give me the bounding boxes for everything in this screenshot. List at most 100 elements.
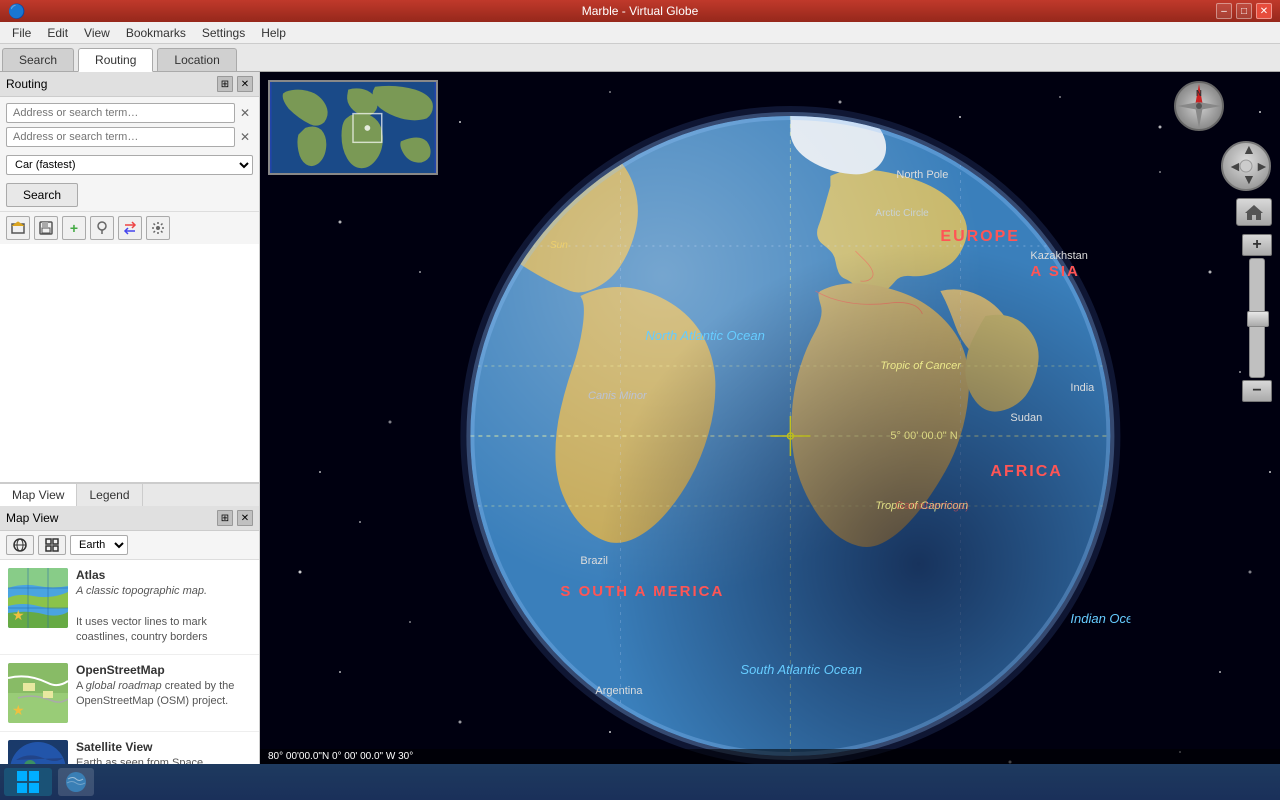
menu-help[interactable]: Help — [253, 24, 294, 42]
open-route-button[interactable] — [6, 216, 30, 240]
map-view-close-button[interactable]: ✕ — [237, 510, 253, 526]
osm-star: ★ — [12, 702, 25, 719]
map-area[interactable]: EUROPE A SIA Kazakhstan India Sudan AFRI… — [260, 72, 1280, 800]
tab-location[interactable]: Location — [157, 48, 236, 71]
clear-input-2-button[interactable]: ✕ — [237, 129, 253, 145]
globe-planet-select[interactable]: Earth Moon Mars — [70, 535, 128, 555]
map-view-toolbar: Earth Moon Mars — [0, 531, 259, 560]
minimize-button[interactable]: – — [1216, 3, 1232, 19]
window-controls: – □ ✕ — [1216, 3, 1272, 19]
zoom-controls: + − — [1242, 234, 1272, 402]
home-button[interactable] — [1236, 198, 1272, 226]
app-title: Marble - Virtual Globe — [582, 4, 699, 18]
osm-desc: A global roadmap created by the OpenStre… — [76, 679, 251, 710]
map-view-controls: ⊞ ✕ — [217, 510, 253, 526]
zoom-out-button[interactable]: − — [1242, 380, 1272, 402]
map-view-panel: Map View ⊞ ✕ — [0, 506, 259, 800]
constellation-sun: Sun — [550, 240, 568, 251]
settings-route-button[interactable] — [146, 216, 170, 240]
taskbar — [0, 764, 1280, 800]
panel-close-button[interactable]: ✕ — [237, 76, 253, 92]
nav-direction-pad[interactable]: ▲ ▼ ◄ ► — [1220, 140, 1272, 195]
app-icon: 🔵 — [8, 3, 25, 20]
routing-panel-header: Routing ⊞ ✕ — [0, 72, 259, 97]
atlas-thumbnail: ★ — [8, 568, 68, 628]
menu-edit[interactable]: Edit — [39, 24, 76, 42]
svg-text:EUROPE: EUROPE — [940, 228, 1020, 245]
atlas-info: Atlas A classic topographic map.It uses … — [76, 568, 251, 646]
routing-toolbar: + — [0, 211, 259, 244]
routing-search-button[interactable]: Search — [6, 183, 78, 207]
svg-text:South Atlantic Ocean: South Atlantic Ocean — [740, 662, 862, 677]
menu-bookmarks[interactable]: Bookmarks — [118, 24, 194, 42]
add-waypoint-button[interactable]: + — [62, 216, 86, 240]
zoom-slider-track[interactable] — [1249, 258, 1265, 378]
map-waypoint-button[interactable] — [90, 216, 114, 240]
zoom-slider-thumb[interactable] — [1247, 311, 1269, 327]
svg-text:▲: ▲ — [1242, 141, 1256, 157]
map-view-title: Map View — [6, 511, 58, 525]
menu-view[interactable]: View — [76, 24, 118, 42]
svg-text:5° 00' 00.0" N: 5° 00' 00.0" N — [890, 430, 957, 442]
svg-text:►: ► — [1255, 158, 1269, 174]
svg-text:▼: ▼ — [1242, 171, 1256, 187]
panel-undock-button[interactable]: ⊞ — [217, 76, 233, 92]
globe-svg: EUROPE A SIA Kazakhstan India Sudan AFRI… — [450, 96, 1130, 776]
svg-text:Argentina: Argentina — [595, 685, 643, 697]
tab-map-view[interactable]: Map View — [0, 484, 77, 506]
atlas-desc: A classic topographic map.It uses vector… — [76, 584, 251, 646]
menu-settings[interactable]: Settings — [194, 24, 253, 42]
taskbar-marble-icon[interactable] — [58, 768, 94, 796]
routing-panel: Routing ⊞ ✕ ✕ ✕ Car (fastest) — [0, 72, 259, 244]
title-bar-left: 🔵 — [8, 3, 25, 20]
tab-bar: Search Routing Location — [0, 44, 1280, 72]
satellite-title: Satellite View — [76, 740, 251, 754]
map-view-undock-button[interactable]: ⊞ — [217, 510, 233, 526]
svg-text:North Pole: North Pole — [896, 169, 948, 181]
routing-panel-title: Routing — [6, 77, 47, 91]
routing-input-1[interactable] — [6, 103, 235, 123]
svg-text:S OUTH A MERICA: S OUTH A MERICA — [560, 583, 724, 600]
tab-routing[interactable]: Routing — [78, 48, 153, 72]
map-list-item-osm[interactable]: ★ OpenStreetMap A global roadmap created… — [0, 655, 259, 732]
coordinate-display: 80° 00'00.0"N 0° 00' 00.0" W 30° — [268, 751, 413, 762]
routing-input-2[interactable] — [6, 127, 235, 147]
transport-row: Car (fastest) Car (shortest) Bicycle Wal… — [0, 153, 259, 179]
globe-container: EUROPE A SIA Kazakhstan India Sudan AFRI… — [260, 72, 1280, 800]
close-button[interactable]: ✕ — [1256, 3, 1272, 19]
sidebar: Routing ⊞ ✕ ✕ ✕ Car (fastest) — [0, 72, 260, 800]
osm-title: OpenStreetMap — [76, 663, 251, 677]
bottom-tabs: Map View Legend — [0, 483, 259, 506]
svg-text:Brazil: Brazil — [580, 555, 608, 567]
compass[interactable]: N — [1173, 80, 1225, 135]
svg-text:AFRICA: AFRICA — [990, 463, 1062, 480]
minimap[interactable] — [268, 80, 438, 175]
svg-text:Tropic of Cancer: Tropic of Cancer — [880, 360, 962, 372]
map-grid-button[interactable] — [38, 535, 66, 555]
compass-rose: N — [1173, 80, 1225, 132]
coordinate-bar: 80° 00'00.0"N 0° 00' 00.0" W 30° — [260, 749, 1280, 764]
zoom-in-button[interactable]: + — [1242, 234, 1272, 256]
clear-input-1-button[interactable]: ✕ — [237, 105, 253, 121]
svg-text:Indian Ocean: Indian Ocean — [1070, 611, 1130, 626]
atlas-star: ★ — [12, 607, 25, 624]
transport-select[interactable]: Car (fastest) Car (shortest) Bicycle Wal… — [6, 155, 253, 175]
osm-thumbnail: ★ — [8, 663, 68, 723]
routing-input-row-1: ✕ — [6, 103, 253, 123]
panel-header-controls: ⊞ ✕ — [217, 76, 253, 92]
minimap-svg — [270, 82, 436, 173]
map-layer-button[interactable] — [6, 535, 34, 555]
tab-legend[interactable]: Legend — [77, 484, 142, 506]
reverse-route-button[interactable] — [118, 216, 142, 240]
menu-bar: File Edit View Bookmarks Settings Help — [0, 22, 1280, 44]
main-layout: Routing ⊞ ✕ ✕ ✕ Car (fastest) — [0, 72, 1280, 800]
svg-text:Kazakhstan: Kazakhstan — [1030, 250, 1087, 262]
map-list-item-atlas[interactable]: ★ Atlas A classic topographic map.It use… — [0, 560, 259, 655]
maximize-button[interactable]: □ — [1236, 3, 1252, 19]
search-btn-row: Search — [0, 179, 259, 211]
start-button[interactable] — [4, 768, 52, 796]
menu-file[interactable]: File — [4, 24, 39, 42]
tab-search[interactable]: Search — [2, 48, 74, 71]
route-results — [0, 244, 259, 483]
save-route-button[interactable] — [34, 216, 58, 240]
